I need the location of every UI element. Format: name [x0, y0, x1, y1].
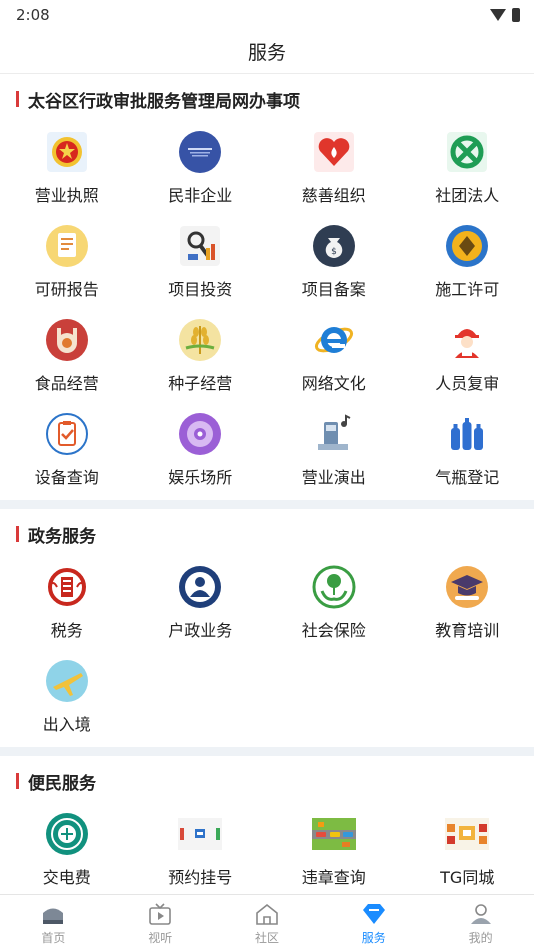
investment-magnifier-icon: [178, 224, 222, 268]
tv-icon: [146, 901, 174, 927]
service-feasibility-report[interactable]: 可研报告: [0, 218, 134, 312]
tab-home[interactable]: 首页: [0, 895, 107, 950]
national-emblem-icon: [45, 130, 89, 174]
section-title: 便民服务: [0, 756, 534, 806]
appointment-icon: [178, 812, 223, 856]
service-grid: 交电费 预约挂号 违章查询 TG同城: [0, 806, 534, 900]
service-social-insurance[interactable]: 社会保险: [267, 559, 401, 653]
section-accent-bar: [16, 773, 19, 789]
construction-badge-icon: [445, 224, 489, 268]
service-charity[interactable]: 慈善组织: [267, 124, 401, 218]
page-title: 服务: [247, 42, 286, 64]
civil-org-icon: [178, 130, 222, 174]
service-civil-enterprise[interactable]: 民非企业: [134, 124, 268, 218]
status-time: 2:08: [16, 6, 50, 24]
tax-emblem-icon: [45, 565, 89, 609]
service-grid: 营业执照 民非企业 慈善组织 社团法人 可研报告 项目投资 $ 项目备案 施工许…: [0, 124, 534, 500]
traffic-icon: [311, 812, 356, 856]
grid-power-icon: [45, 812, 89, 856]
tab-audiovisual[interactable]: 视听: [107, 895, 214, 950]
service-commercial-performance[interactable]: 营业演出: [267, 406, 401, 500]
service-tg-local[interactable]: TG同城: [401, 806, 534, 900]
service-tax[interactable]: 税务: [0, 559, 134, 653]
tab-service[interactable]: 服务: [320, 895, 427, 950]
status-bar: 2:08: [0, 0, 534, 30]
service-project-investment[interactable]: 项目投资: [134, 218, 268, 312]
service-business-license[interactable]: 营业执照: [0, 124, 134, 218]
home-icon: [39, 901, 67, 927]
service-construction-permit[interactable]: 施工许可: [401, 218, 534, 312]
section-divider: [0, 500, 534, 509]
section-title-text: 政务服务: [28, 526, 96, 547]
community-house-icon: [253, 901, 281, 927]
charity-heart-icon: [312, 130, 356, 174]
service-exit-entry[interactable]: 出入境: [0, 653, 134, 747]
service-grid: 税务 户政业务 社会保险 教育培训 出入境: [0, 559, 534, 747]
money-bag-icon: $: [312, 224, 356, 268]
association-knot-icon: [445, 130, 489, 174]
worker-icon: [445, 318, 489, 362]
service-hospital-appointment[interactable]: 预约挂号: [134, 806, 268, 900]
service-electricity-bill[interactable]: 交电费: [0, 806, 134, 900]
service-association[interactable]: 社团法人: [401, 124, 534, 218]
tab-community[interactable]: 社区: [214, 895, 321, 950]
person-icon: [178, 565, 222, 609]
section-title-text: 便民服务: [28, 773, 96, 794]
clipboard-check-icon: [45, 412, 89, 456]
service-seed-business[interactable]: 种子经营: [134, 312, 268, 406]
diamond-icon: [360, 901, 388, 927]
airplane-icon: [45, 659, 89, 703]
seed-wheat-icon: [178, 318, 222, 362]
service-traffic-violation[interactable]: 违章查询: [267, 806, 401, 900]
report-document-icon: [45, 224, 89, 268]
service-personnel-review[interactable]: 人员复审: [401, 312, 534, 406]
service-household-registration[interactable]: 户政业务: [134, 559, 268, 653]
performance-stage-icon: [312, 412, 356, 456]
wifi-icon: [490, 9, 506, 21]
tab-mine[interactable]: 我的: [427, 895, 534, 950]
service-gas-cylinder-registration[interactable]: 气瓶登记: [401, 406, 534, 500]
bottom-tab-bar: 首页 视听 社区 服务 我的: [0, 894, 534, 950]
section-government: 政务服务 税务 户政业务 社会保险 教育培训 出入境: [0, 509, 534, 747]
tree-hands-icon: [312, 565, 356, 609]
service-internet-culture[interactable]: 网络文化: [267, 312, 401, 406]
section-accent-bar: [16, 91, 19, 107]
battery-icon: [512, 8, 520, 22]
food-icon: [45, 318, 89, 362]
disc-icon: [178, 412, 222, 456]
section-title: 政务服务: [0, 509, 534, 559]
profile-icon: [467, 901, 495, 927]
service-entertainment-venue[interactable]: 娱乐场所: [134, 406, 268, 500]
section-title: 太谷区行政审批服务管理局网办事项: [0, 74, 534, 124]
section-title-text: 太谷区行政审批服务管理局网办事项: [28, 91, 300, 112]
market-icon: [445, 812, 490, 856]
section-accent-bar: [16, 526, 19, 542]
service-project-filing[interactable]: $ 项目备案: [267, 218, 401, 312]
internet-explorer-icon: [312, 318, 356, 362]
section-approval: 太谷区行政审批服务管理局网办事项 营业执照 民非企业 慈善组织 社团法人 可研报…: [0, 74, 534, 500]
graduation-cap-icon: [445, 565, 489, 609]
gas-cylinder-icon: [445, 412, 489, 456]
service-food-business[interactable]: 食品经营: [0, 312, 134, 406]
app-header: 服务: [0, 30, 534, 74]
section-convenience: 便民服务 交电费 预约挂号 违章查询 TG同城: [0, 756, 534, 900]
svg-text:$: $: [331, 247, 337, 257]
section-divider: [0, 747, 534, 756]
service-education-training[interactable]: 教育培训: [401, 559, 534, 653]
service-equipment-query[interactable]: 设备查询: [0, 406, 134, 500]
